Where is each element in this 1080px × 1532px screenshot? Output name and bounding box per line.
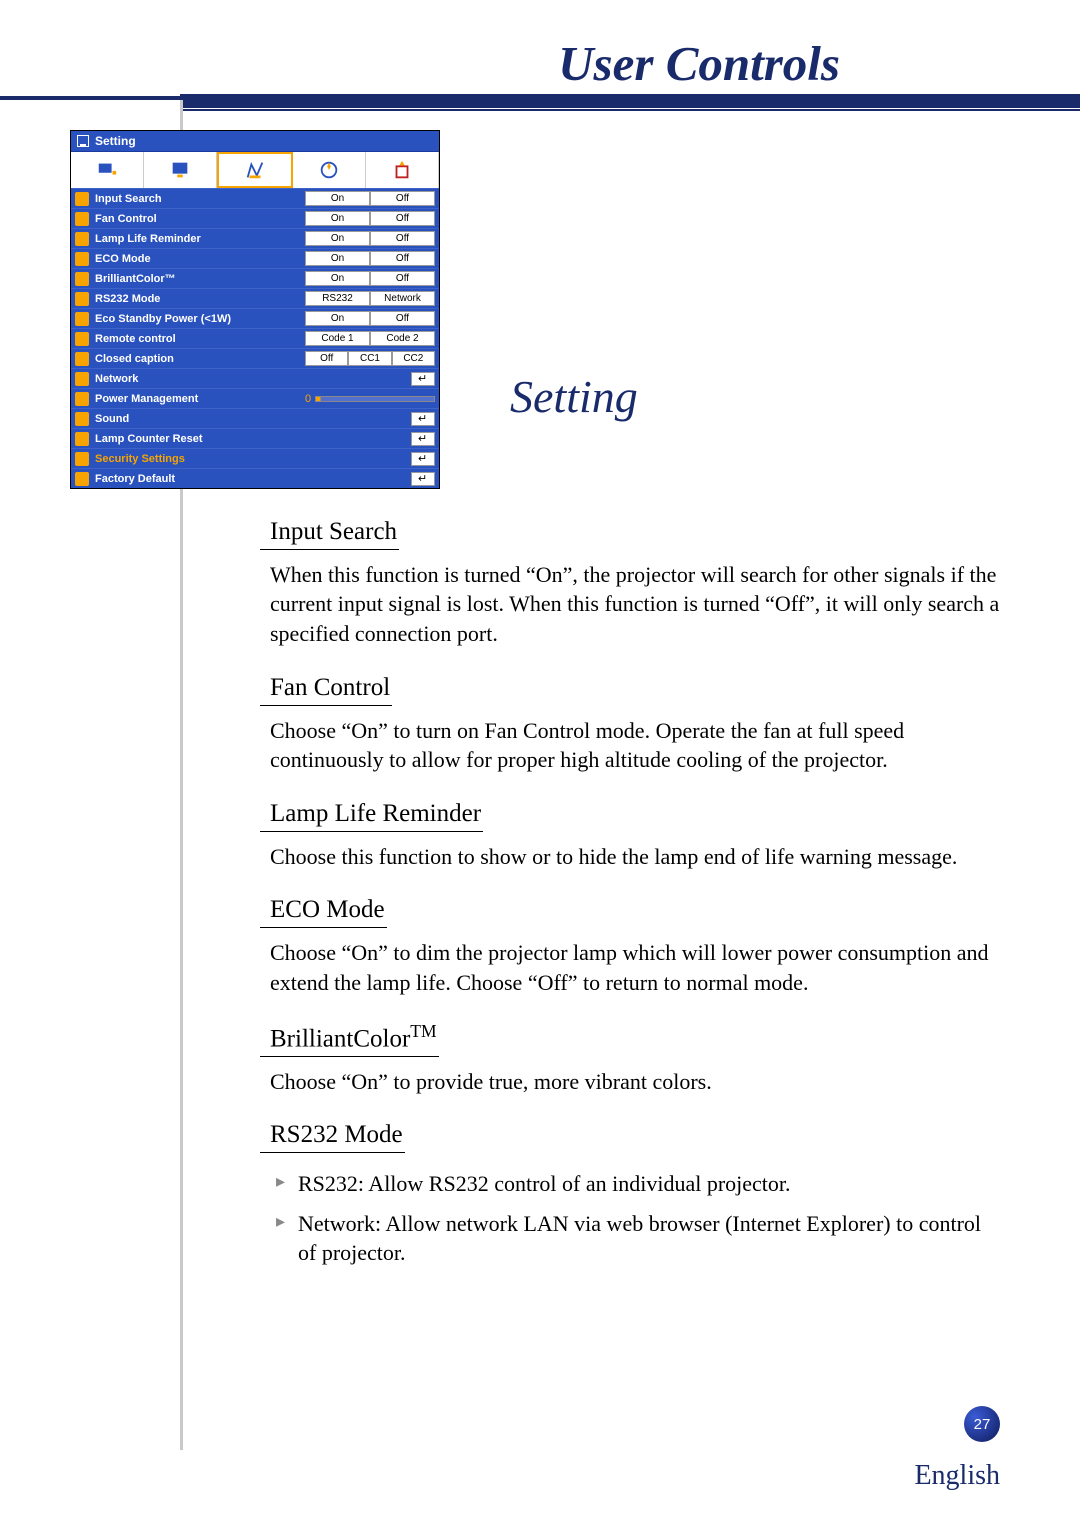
osd-row-label: Security Settings <box>95 453 307 465</box>
osd-row-icon <box>75 312 89 326</box>
osd-toggle[interactable]: Code 1Code 2 <box>305 331 435 346</box>
osd-row[interactable]: Remote controlCode 1Code 2 <box>71 328 439 348</box>
osd-row-icon <box>75 372 89 386</box>
page-title: User Controls <box>558 35 840 92</box>
osd-row-icon <box>75 232 89 246</box>
osd-tabs <box>71 152 439 188</box>
osd-row-label: Fan Control <box>95 213 305 225</box>
osd-row[interactable]: Input SearchOnOff <box>71 188 439 208</box>
heading-fan-control: Fan Control <box>260 671 392 706</box>
heading-lamp-life: Lamp Life Reminder <box>260 797 483 832</box>
osd-row-label: Remote control <box>95 333 305 345</box>
osd-row[interactable]: Factory Default <box>71 468 439 488</box>
osd-row-icon <box>75 392 89 406</box>
enter-icon[interactable] <box>411 432 435 446</box>
osd-row-icon <box>75 192 89 206</box>
body-content: Input Search When this function is turne… <box>270 515 1000 1278</box>
osd-row[interactable]: Power Management0 <box>71 388 439 408</box>
osd-row[interactable]: Lamp Life ReminderOnOff <box>71 228 439 248</box>
page-number: 27 <box>964 1406 1000 1442</box>
heading-eco-mode: ECO Mode <box>260 893 387 928</box>
heading-input-search: Input Search <box>260 515 399 550</box>
osd-title: Setting <box>95 134 136 148</box>
osd-tab-image[interactable] <box>71 152 144 188</box>
osd-row-label: ECO Mode <box>95 253 305 265</box>
enter-icon[interactable] <box>411 372 435 386</box>
osd-row-icon <box>75 332 89 346</box>
window-icon <box>77 135 89 147</box>
osd-row-label: RS232 Mode <box>95 293 305 305</box>
osd-row-label: Network <box>95 373 307 385</box>
osd-toggle[interactable]: OnOff <box>305 271 435 286</box>
osd-row-label: Input Search <box>95 193 305 205</box>
text-eco-mode: Choose “On” to dim the projector lamp wh… <box>270 938 1000 997</box>
osd-toggle[interactable]: OnOff <box>305 311 435 326</box>
osd-row-label: Sound <box>95 413 307 425</box>
osd-row-icon <box>75 292 89 306</box>
osd-tab-lamp[interactable] <box>366 152 439 188</box>
rs232-bullet-2: Network: Allow network LAN via web brows… <box>270 1209 1000 1268</box>
rs232-bullet-1: RS232: Allow RS232 control of an individ… <box>270 1169 1000 1199</box>
osd-tab-display[interactable] <box>144 152 217 188</box>
text-lamp-life: Choose this function to show or to hide … <box>270 842 1000 872</box>
osd-row-label: Lamp Counter Reset <box>95 433 307 445</box>
osd-tab-options[interactable] <box>293 152 366 188</box>
osd-row-icon <box>75 352 89 366</box>
osd-row[interactable]: Sound <box>71 408 439 428</box>
osd-toggle[interactable]: RS232Network <box>305 291 435 306</box>
osd-row-icon <box>75 452 89 466</box>
osd-row[interactable]: Eco Standby Power (<1W)OnOff <box>71 308 439 328</box>
rs232-bullets: RS232: Allow RS232 control of an individ… <box>270 1169 1000 1268</box>
osd-row[interactable]: RS232 ModeRS232Network <box>71 288 439 308</box>
osd-toggle[interactable]: OffCC1CC2 <box>305 351 435 366</box>
osd-row[interactable]: ECO ModeOnOff <box>71 248 439 268</box>
osd-row-label: BrilliantColor™ <box>95 273 305 285</box>
osd-row-icon <box>75 212 89 226</box>
enter-icon[interactable] <box>411 472 435 486</box>
osd-row-icon <box>75 252 89 266</box>
page-header: User Controls <box>0 0 1080 100</box>
osd-row[interactable]: Network <box>71 368 439 388</box>
osd-row[interactable]: Fan ControlOnOff <box>71 208 439 228</box>
osd-row[interactable]: BrilliantColor™OnOff <box>71 268 439 288</box>
text-brilliantcolor: Choose “On” to provide true, more vibran… <box>270 1067 1000 1097</box>
osd-toggle[interactable]: OnOff <box>305 211 435 226</box>
osd-row-label: Eco Standby Power (<1W) <box>95 313 305 325</box>
osd-row-label: Closed caption <box>95 353 305 365</box>
osd-row-icon <box>75 272 89 286</box>
osd-row-label: Factory Default <box>95 473 307 485</box>
text-input-search: When this function is turned “On”, the p… <box>270 560 1000 649</box>
osd-titlebar: Setting <box>71 131 439 152</box>
osd-row-label: Lamp Life Reminder <box>95 233 305 245</box>
osd-toggle[interactable]: OnOff <box>305 251 435 266</box>
osd-toggle[interactable]: OnOff <box>305 231 435 246</box>
osd-row[interactable]: Security Settings <box>71 448 439 468</box>
enter-icon[interactable] <box>411 412 435 426</box>
text-fan-control: Choose “On” to turn on Fan Control mode.… <box>270 716 1000 775</box>
osd-toggle[interactable]: OnOff <box>305 191 435 206</box>
osd-row-icon <box>75 472 89 486</box>
osd-row-icon <box>75 412 89 426</box>
heading-rs232: RS232 Mode <box>260 1118 405 1153</box>
section-title: Setting <box>510 370 638 423</box>
heading-brilliantcolor: BrilliantColorTM <box>260 1020 439 1057</box>
osd-row-label: Power Management <box>95 393 305 405</box>
osd-row-icon <box>75 432 89 446</box>
enter-icon[interactable] <box>411 452 435 466</box>
osd-tab-setting[interactable] <box>217 152 293 188</box>
osd-menu: Setting Input SearchOnOffFan ControlOnOf… <box>70 130 440 489</box>
osd-row[interactable]: Closed captionOffCC1CC2 <box>71 348 439 368</box>
language-label: English <box>914 1460 1000 1492</box>
osd-row[interactable]: Lamp Counter Reset <box>71 428 439 448</box>
osd-slider[interactable]: 0 <box>305 391 435 406</box>
